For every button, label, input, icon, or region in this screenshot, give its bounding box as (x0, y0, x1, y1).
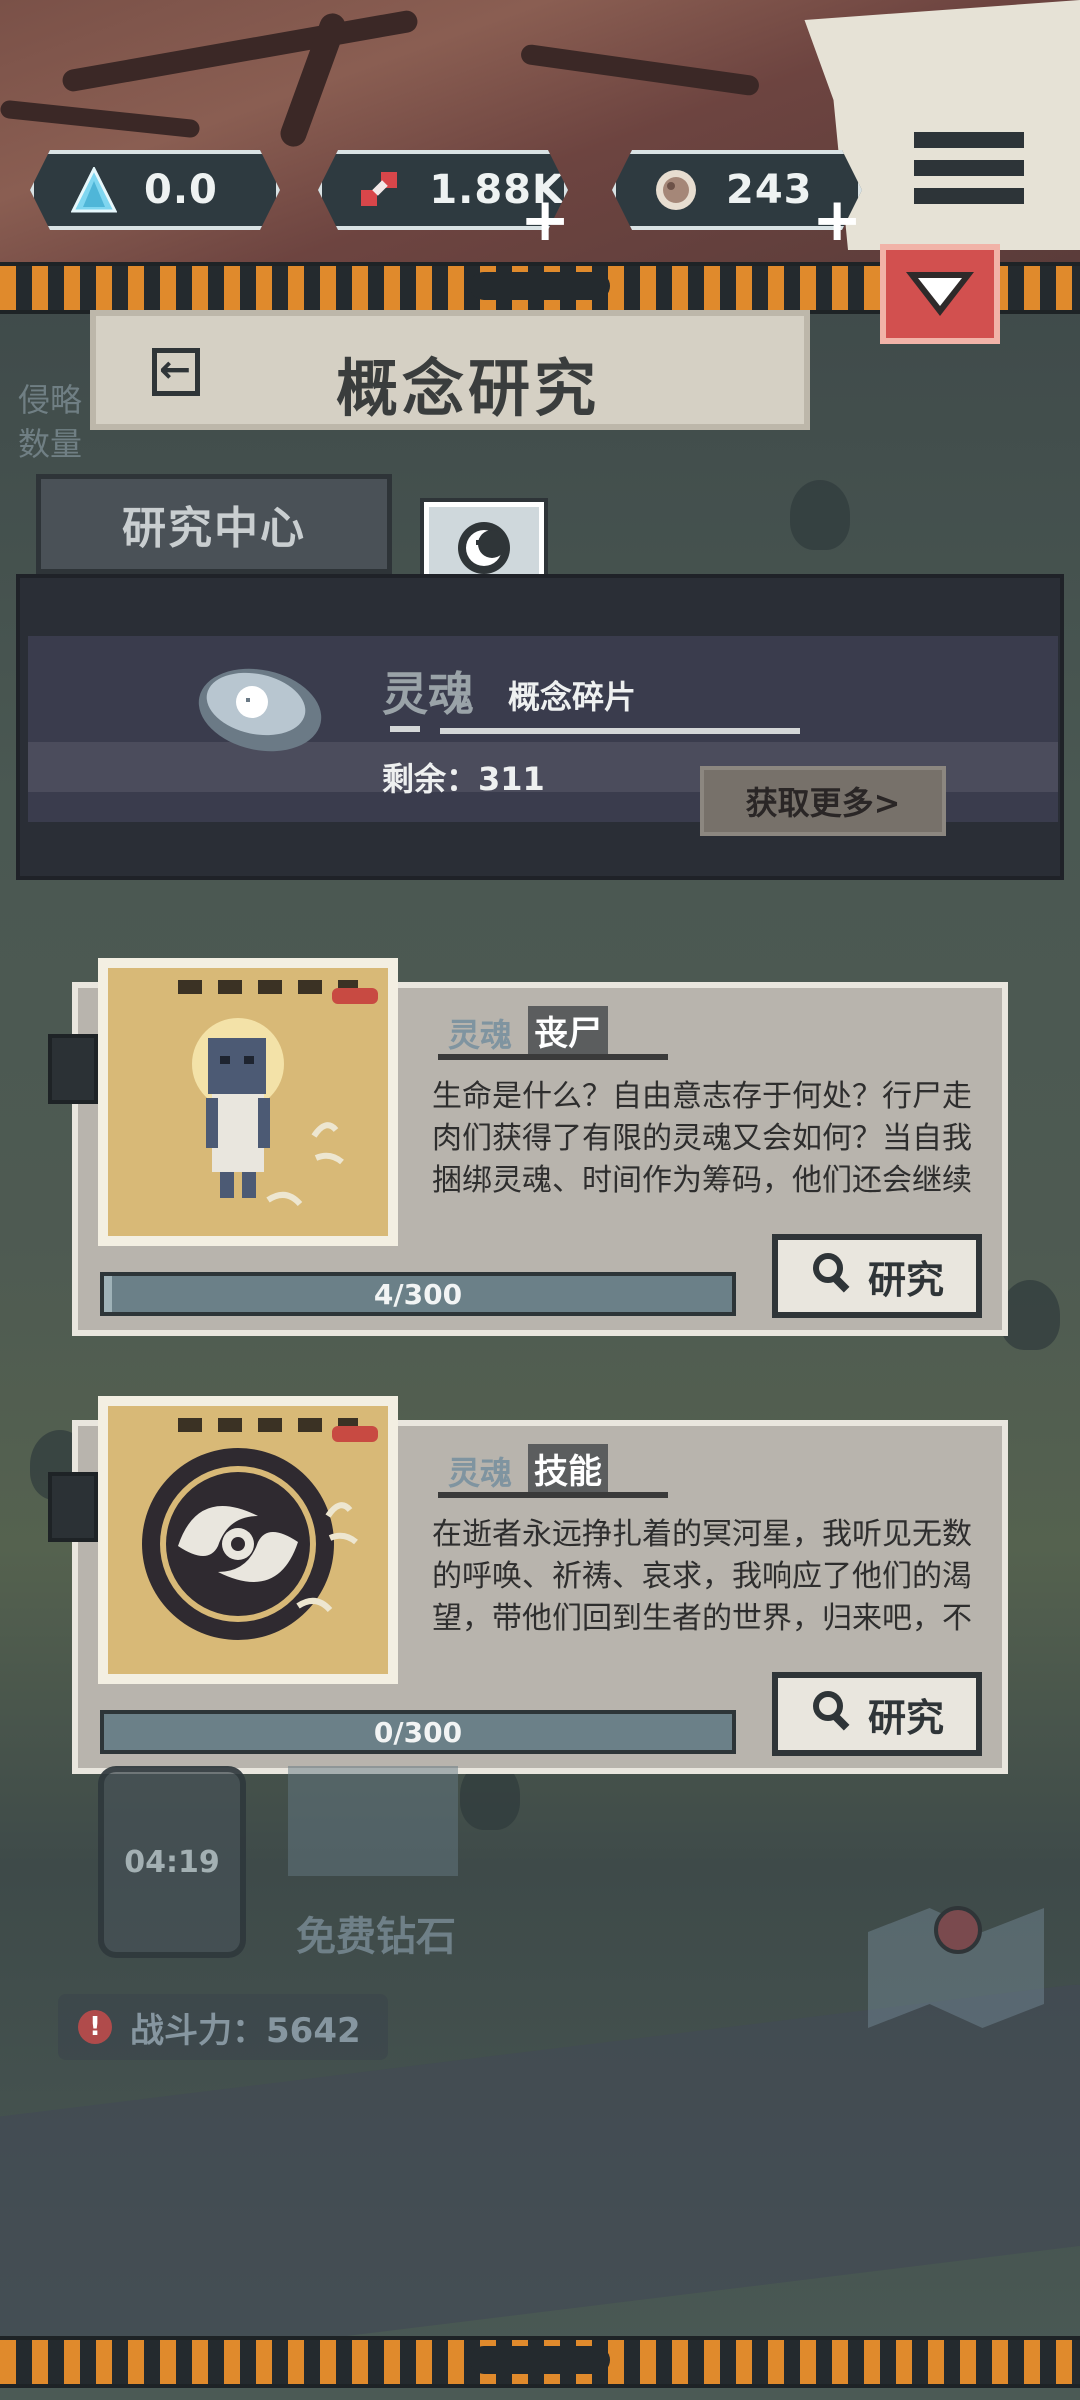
menu-button[interactable] (914, 132, 1024, 222)
resource-value: 0.0 (144, 167, 218, 213)
card-type: 技能 (528, 1444, 608, 1493)
research-card: 灵魂 丧尸 生命是什么？自由意志存于何处？行尸走肉们获得了有限的灵魂又会如何？当… (48, 958, 1008, 1336)
title-banner: 概念研究 (90, 310, 810, 430)
card-tag: 灵魂 (448, 1454, 513, 1492)
soul-fragment-icon (190, 658, 330, 758)
card-tag: 灵魂 (448, 1016, 513, 1054)
brain-icon (650, 164, 702, 216)
research-button[interactable]: 研究 (772, 1672, 982, 1756)
card-type: 丧尸 (528, 1006, 608, 1055)
card-description: 生命是什么？自由意志存于何处？行尸走肉们获得了有限的灵魂又会如何？当自我捆绑灵魂… (432, 1079, 972, 1198)
research-button-label: 研究 (867, 1257, 944, 1302)
chevron-down-icon (906, 272, 974, 316)
combat-power: ! 战斗力：5642 (58, 1994, 388, 2060)
zombie-portrait (98, 958, 398, 1246)
search-icon (810, 1250, 854, 1303)
research-button-label: 研究 (867, 1695, 944, 1740)
soul-skill-portrait (98, 1396, 398, 1684)
progress-bar: 4/300 (100, 1272, 736, 1316)
page-title: 概念研究 (336, 352, 601, 425)
map-pin-icon (934, 1906, 982, 1954)
research-button[interactable]: 研究 (772, 1234, 982, 1318)
hazard-stripe-bottom (0, 2336, 1080, 2388)
dna-icon (356, 164, 405, 216)
fragment-panel: 灵魂 概念碎片 剩余：311 获取更多> (16, 574, 1064, 880)
resource-triangle: 0.0 (30, 150, 280, 230)
offline-timer: 04:19 (98, 1766, 246, 1958)
card-clip (48, 1472, 98, 1542)
get-more-button[interactable]: 获取更多> (700, 766, 946, 836)
fragment-remaining: 剩余：311 (382, 760, 545, 798)
card-clip (48, 1034, 98, 1104)
progress-text: 4/300 (373, 1277, 463, 1311)
resource-value: 243 (726, 167, 813, 213)
tab-research-center[interactable]: 研究中心 (36, 474, 392, 574)
free-diamond-icon (288, 1766, 458, 1876)
exit-icon[interactable] (152, 347, 200, 396)
progress-bar: 0/300 (100, 1710, 736, 1754)
game-screen: 0.0 1.88K + 243 + 侵略 数量 概念研究 研究中心 (0, 0, 1080, 2400)
collapse-button[interactable] (880, 244, 1000, 344)
free-diamond-label: 免费钻石 (296, 1914, 456, 1960)
side-hint: 侵略 数量 (18, 381, 83, 463)
card-description: 在逝者永远挣扎着的冥河星，我听见无数的呼唤、祈祷、哀求，我响应了他们的渴望，带他… (432, 1517, 972, 1636)
add-dna-button[interactable]: + (520, 190, 570, 250)
fragment-subtitle: 概念碎片 (508, 678, 637, 716)
progress-text: 0/300 (373, 1715, 463, 1749)
fragment-name: 灵魂 (382, 667, 474, 721)
add-brain-button[interactable]: + (812, 190, 862, 250)
research-card: 灵魂 技能 在逝者永远挣扎着的冥河星，我听见无数的呼唤、祈祷、哀求，我响应了他们… (48, 1396, 1008, 1774)
soul-icon (458, 522, 510, 574)
warning-icon: ! (78, 2010, 112, 2044)
search-icon (810, 1688, 854, 1741)
triangle-gem-icon (68, 164, 120, 216)
combat-power-value: 战斗力：5642 (130, 2010, 361, 2051)
